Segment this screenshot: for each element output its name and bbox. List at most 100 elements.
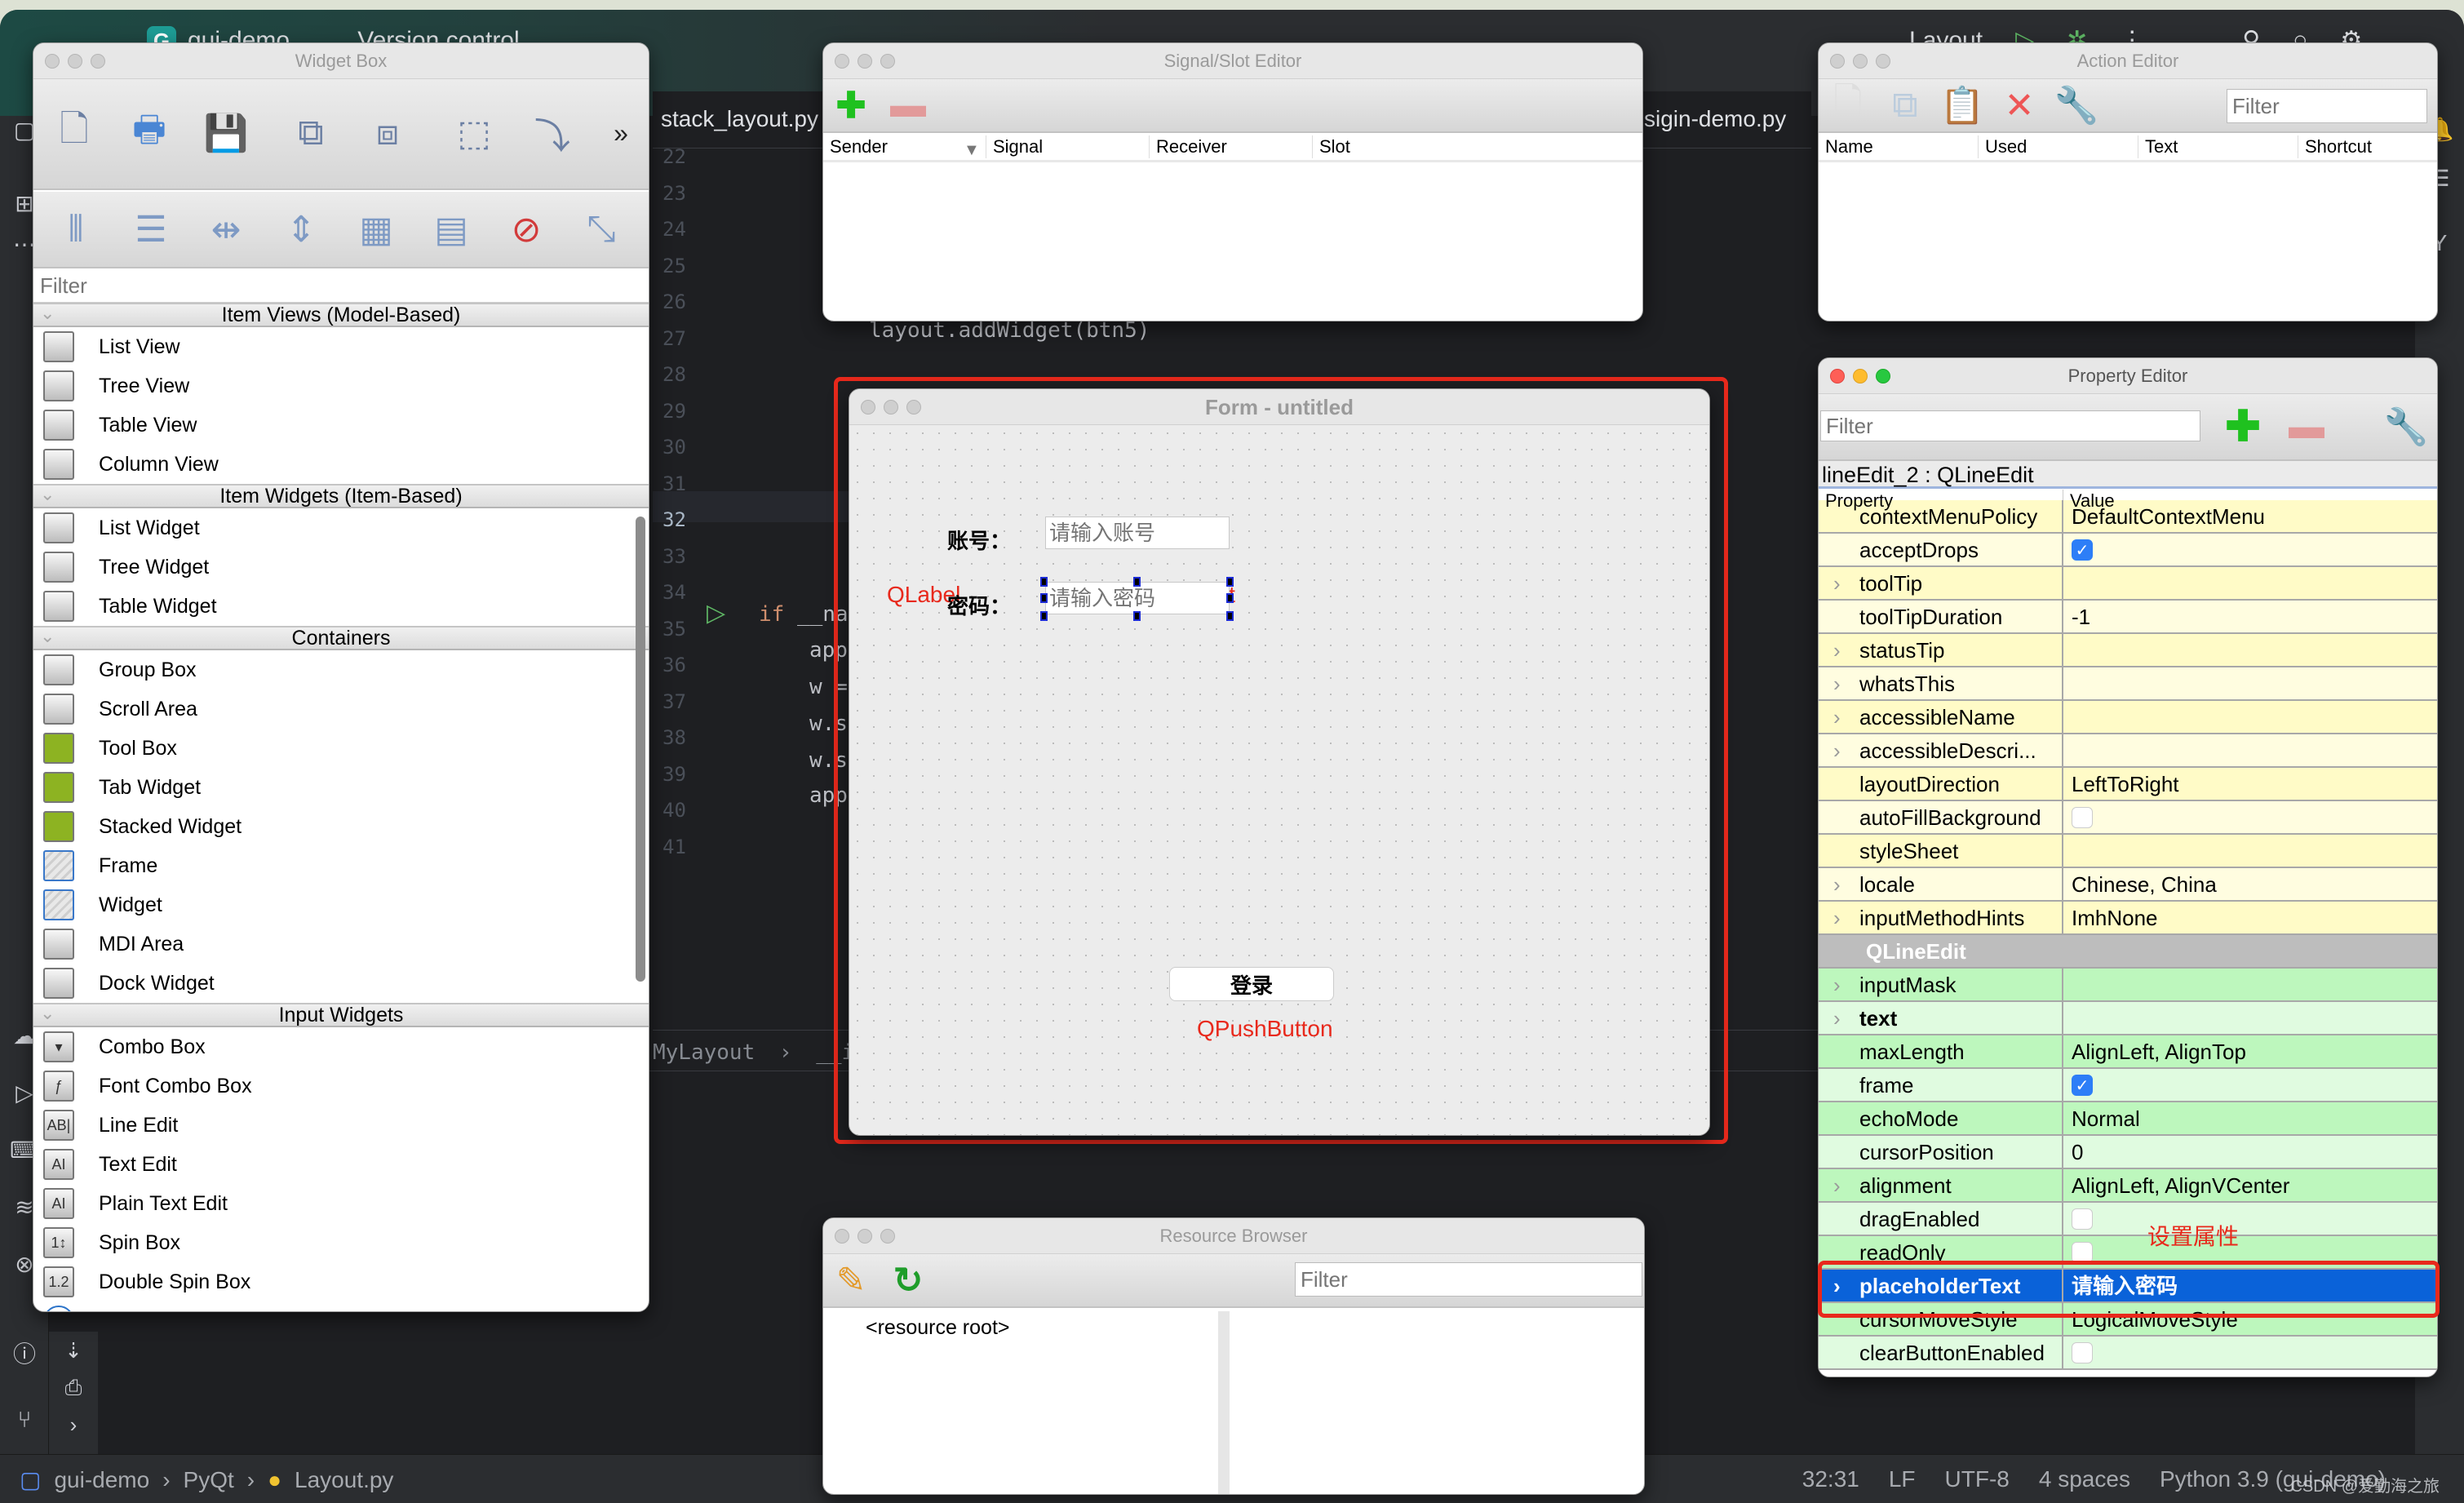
- property-row[interactable]: › text: [1819, 1002, 2437, 1035]
- expand-arrow-icon[interactable]: ›: [1833, 902, 1841, 933]
- property-value[interactable]: 0: [2063, 1136, 2437, 1168]
- new-form-icon[interactable]: 🗋: [50, 109, 99, 157]
- column-header[interactable]: Sender: [823, 135, 986, 158]
- expand-arrow-icon[interactable]: ›: [1833, 634, 1841, 666]
- paste-action-icon[interactable]: 📋: [1938, 81, 1987, 130]
- expand-arrow-icon[interactable]: ›: [1833, 868, 1841, 900]
- property-value[interactable]: LeftToRight: [2063, 768, 2437, 800]
- property-value[interactable]: Chinese, China: [2063, 868, 2437, 900]
- copy-action-icon[interactable]: ⧉: [1881, 81, 1930, 130]
- property-row[interactable]: › accessibleName: [1819, 701, 2437, 734]
- close-button[interactable]: [1830, 369, 1845, 384]
- property-value[interactable]: [2063, 969, 2437, 1000]
- resize-handle[interactable]: [1226, 577, 1234, 587]
- expand-arrow-icon[interactable]: ›: [1833, 969, 1841, 1000]
- property-value[interactable]: ✓: [2063, 534, 2437, 565]
- minimize-button[interactable]: [858, 54, 872, 69]
- minimize-button[interactable]: [1853, 54, 1868, 69]
- expand-arrow-icon[interactable]: ›: [1833, 734, 1841, 766]
- zoom-button[interactable]: [880, 54, 895, 69]
- resize-handle[interactable]: [1133, 611, 1141, 621]
- delete-action-icon[interactable]: ✕: [1995, 81, 2044, 130]
- expand-icon[interactable]: ›: [49, 1412, 98, 1438]
- column-header[interactable]: Shortcut: [2298, 135, 2437, 158]
- widget-item[interactable]: Widget: [33, 885, 649, 924]
- property-row[interactable]: acceptDrops ✓: [1819, 534, 2437, 567]
- expand-arrow-icon[interactable]: ›: [1833, 567, 1841, 599]
- property-row[interactable]: styleSheet: [1819, 835, 2437, 868]
- action-filter-input[interactable]: [2227, 89, 2427, 123]
- property-row[interactable]: › whatsThis: [1819, 667, 2437, 701]
- add-dynamic-property-icon[interactable]: ✚: [2218, 402, 2267, 451]
- layout-vertical-icon[interactable]: ☰: [126, 205, 175, 254]
- property-row[interactable]: frame ✓: [1819, 1069, 2437, 1102]
- expand-arrow-icon[interactable]: ›: [1833, 1002, 1841, 1034]
- encoding[interactable]: UTF-8: [1945, 1466, 2010, 1492]
- password-input[interactable]: [1045, 582, 1230, 614]
- minimize-button[interactable]: [884, 400, 898, 415]
- property-value[interactable]: [2063, 1203, 2437, 1235]
- close-button[interactable]: [45, 54, 60, 69]
- widget-item[interactable]: AI Text Edit: [33, 1145, 649, 1184]
- checkbox[interactable]: [2072, 1208, 2093, 1230]
- splitter-horizontal-icon[interactable]: ⇹: [202, 205, 250, 254]
- property-row[interactable]: › alignment AlignLeft, AlignVCenter: [1819, 1169, 2437, 1203]
- widget-item[interactable]: Dock Widget: [33, 964, 649, 1003]
- property-row[interactable]: autoFillBackground: [1819, 801, 2437, 835]
- widget-item[interactable]: List Widget: [33, 508, 649, 548]
- checkbox[interactable]: ✓: [2072, 539, 2093, 561]
- property-value[interactable]: [2063, 567, 2437, 599]
- property-value[interactable]: [2063, 701, 2437, 733]
- close-button[interactable]: [835, 54, 849, 69]
- widget-item[interactable]: Frame: [33, 846, 649, 885]
- property-value[interactable]: Normal: [2063, 1102, 2437, 1134]
- widget-item[interactable]: Table View: [33, 406, 649, 445]
- widget-item[interactable]: Column View: [33, 445, 649, 484]
- minimize-button[interactable]: [858, 1229, 872, 1244]
- run-gutter-icon[interactable]: ▷: [707, 599, 725, 627]
- property-value[interactable]: [2063, 1337, 2437, 1368]
- widget-category[interactable]: ⌄ Item Views (Model-Based): [33, 303, 649, 327]
- minimize-button[interactable]: [1853, 369, 1868, 384]
- property-value[interactable]: [2063, 801, 2437, 833]
- send-to-back-icon[interactable]: ⧈: [363, 109, 412, 157]
- widget-item[interactable]: Tree Widget: [33, 548, 649, 587]
- line-separator[interactable]: LF: [1889, 1466, 1916, 1492]
- property-row[interactable]: cursorPosition 0: [1819, 1136, 2437, 1169]
- edit-resources-icon[interactable]: ✎: [827, 1256, 875, 1305]
- property-row[interactable]: toolTipDuration -1: [1819, 601, 2437, 634]
- git-icon[interactable]: ⑂: [10, 1405, 39, 1434]
- widget-item[interactable]: Stacked Widget: [33, 807, 649, 846]
- layout-horizontal-icon[interactable]: ⫴: [51, 205, 100, 254]
- property-value[interactable]: [2063, 1002, 2437, 1034]
- checkbox[interactable]: [2072, 807, 2093, 829]
- zoom-button[interactable]: [1876, 54, 1890, 69]
- zoom-button[interactable]: [1876, 369, 1890, 384]
- column-header[interactable]: Text: [2138, 135, 2298, 158]
- expand-arrow-icon[interactable]: ›: [1833, 701, 1841, 733]
- property-row[interactable]: › inputMask: [1819, 969, 2437, 1002]
- column-header[interactable]: Used: [1979, 135, 2138, 158]
- property-row[interactable]: maxLength AlignLeft, AlignTop: [1819, 1035, 2437, 1069]
- widget-item[interactable]: ◷ Time Edit: [33, 1301, 649, 1311]
- new-action-icon[interactable]: 🗋: [1824, 81, 1872, 130]
- widget-item[interactable]: ▾ Combo Box: [33, 1027, 649, 1066]
- reload-icon[interactable]: ↻: [884, 1256, 933, 1305]
- widget-item[interactable]: 1↕ Spin Box: [33, 1223, 649, 1262]
- resource-root-item[interactable]: <resource root>: [823, 1311, 1218, 1340]
- splitter-vertical-icon[interactable]: ⇕: [277, 205, 326, 254]
- property-value[interactable]: AlignLeft, AlignTop: [2063, 1035, 2437, 1067]
- zoom-button[interactable]: [880, 1229, 895, 1244]
- checkbox[interactable]: ✓: [2072, 1075, 2093, 1097]
- widget-item[interactable]: AB| Line Edit: [33, 1106, 649, 1145]
- widget-item[interactable]: Group Box: [33, 650, 649, 689]
- column-header[interactable]: Signal: [986, 135, 1150, 158]
- property-row[interactable]: › accessibleDescri...: [1819, 734, 2437, 768]
- resize-handle[interactable]: [1040, 593, 1048, 603]
- widget-list-scrollbar[interactable]: [636, 517, 645, 982]
- status-crumb[interactable]: PyQt: [184, 1467, 234, 1493]
- resize-handle[interactable]: [1133, 577, 1141, 587]
- bring-to-front-icon[interactable]: ⧉: [286, 109, 335, 157]
- more-icon[interactable]: »: [605, 109, 637, 157]
- property-filter-input[interactable]: [1820, 410, 2200, 441]
